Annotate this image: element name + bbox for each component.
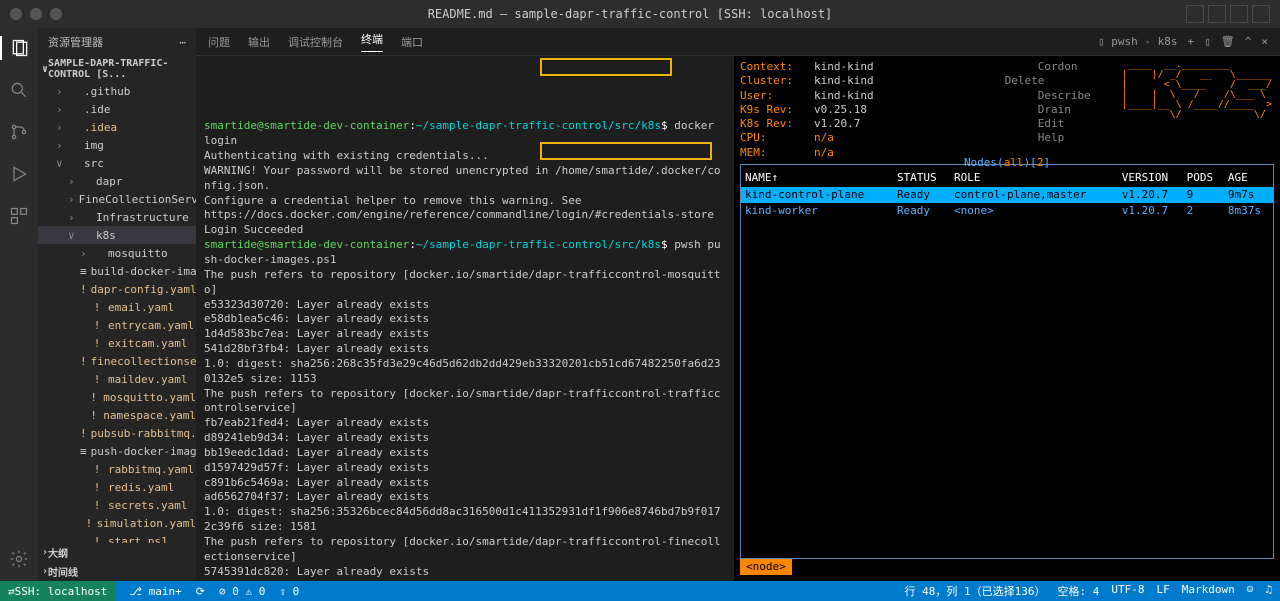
k9s-breadcrumb: <node>: [740, 559, 792, 575]
tree-item[interactable]: ! dapr-config.yaml: [38, 280, 196, 298]
split-terminal-icon[interactable]: ▯: [1204, 35, 1211, 48]
panel-tabs: 问题 输出 调试控制台 终端 端口 ▯ pwsh - k8s + ▯ 🗑 ^ ×: [196, 28, 1280, 56]
encoding[interactable]: UTF-8: [1111, 583, 1144, 599]
toggle-sidebar-icon[interactable]: [1186, 5, 1204, 23]
eol[interactable]: LF: [1157, 583, 1170, 599]
highlight-docker-login: [540, 58, 672, 76]
tree-item[interactable]: ≡ push-docker-images.ps1: [38, 442, 196, 460]
indent[interactable]: 空格: 4: [1058, 583, 1100, 599]
tab-output[interactable]: 输出: [248, 34, 270, 50]
more-icon[interactable]: ⋯: [179, 36, 186, 49]
tree-item[interactable]: › .github: [38, 82, 196, 100]
remote-indicator[interactable]: ⇄ SSH: localhost: [0, 581, 115, 601]
notifications-icon[interactable]: ♫: [1265, 583, 1272, 599]
tree-item[interactable]: ! rabbitmq.yaml: [38, 460, 196, 478]
tree-item[interactable]: ∨ src: [38, 154, 196, 172]
explorer-icon[interactable]: [0, 36, 38, 60]
activity-bar: [0, 28, 38, 581]
k9s-node-row[interactable]: kind-control-planeReadycontrol-plane,mas…: [741, 187, 1273, 203]
project-title[interactable]: ∨ SAMPLE-DAPR-TRAFFIC-CONTROL [S...: [38, 56, 196, 82]
window-controls[interactable]: [10, 8, 62, 20]
kill-terminal-icon[interactable]: 🗑: [1221, 35, 1235, 48]
settings-gear-icon[interactable]: [7, 547, 31, 571]
tree-item[interactable]: ! secrets.yaml: [38, 496, 196, 514]
tree-item[interactable]: ! pubsub-rabbitmq.yaml: [38, 424, 196, 442]
tree-item[interactable]: › img: [38, 136, 196, 154]
tree-item[interactable]: ! maildev.yaml: [38, 370, 196, 388]
debug-icon[interactable]: [7, 162, 31, 186]
tree-item[interactable]: ! email.yaml: [38, 298, 196, 316]
search-icon[interactable]: [7, 78, 31, 102]
new-terminal-icon[interactable]: +: [1188, 35, 1195, 48]
toggle-panel-icon[interactable]: [1208, 5, 1226, 23]
errors-count[interactable]: ⊘ 0 ⚠ 0: [219, 585, 265, 598]
timeline-section[interactable]: ›时间线: [38, 562, 196, 581]
k9s-logo: ____ __.________ | |/ _/ __ \______ | < …: [1121, 60, 1272, 120]
tree-item[interactable]: › dapr: [38, 172, 196, 190]
tree-item[interactable]: › .ide: [38, 100, 196, 118]
tree-item[interactable]: › .idea: [38, 118, 196, 136]
tab-debug-console[interactable]: 调试控制台: [288, 34, 343, 50]
tree-item[interactable]: ! redis.yaml: [38, 478, 196, 496]
editor-area: 问题 输出 调试控制台 终端 端口 ▯ pwsh - k8s + ▯ 🗑 ^ ×…: [196, 28, 1280, 581]
k9s-nodes-table: Nodes(all)[2] NAME↑STATUSROLEVERSIONPODS…: [740, 164, 1274, 559]
minimize-window[interactable]: [30, 8, 42, 20]
tree-item[interactable]: ! finecollectionservice.yaml: [38, 352, 196, 370]
tab-terminal[interactable]: 终端: [361, 31, 383, 52]
k9s-node-row[interactable]: kind-workerReady<none>v1.20.728m37s: [741, 203, 1273, 219]
tree-item[interactable]: ∨ k8s: [38, 226, 196, 244]
sidebar-title: 资源管理器 ⋯: [38, 28, 196, 56]
close-panel-icon[interactable]: ×: [1261, 35, 1268, 48]
layout-icon[interactable]: [1252, 5, 1270, 23]
sidebar: 资源管理器 ⋯ ∨ SAMPLE-DAPR-TRAFFIC-CONTROL [S…: [38, 28, 196, 581]
k9s-nodes-title: Nodes(all)[2]: [741, 156, 1273, 170]
extensions-icon[interactable]: [7, 204, 31, 228]
terminal-selector[interactable]: ▯ pwsh - k8s: [1098, 35, 1177, 48]
feedback-icon[interactable]: ☺: [1247, 583, 1254, 599]
terminal-left[interactable]: smartide@smartide-dev-container:~/sample…: [196, 56, 734, 581]
source-control-icon[interactable]: [7, 120, 31, 144]
ports-count[interactable]: ⇪ 0: [279, 585, 299, 598]
tree-item[interactable]: ! namespace.yaml: [38, 406, 196, 424]
status-bar: ⇄ SSH: localhost ⎇ main+ ⟳ ⊘ 0 ⚠ 0 ⇪ 0 行…: [0, 581, 1280, 601]
git-branch[interactable]: ⎇ main+: [129, 585, 181, 598]
file-tree[interactable]: › .github› .ide› .idea› img∨ src› dapr› …: [38, 82, 196, 543]
layout-controls[interactable]: [1186, 5, 1270, 23]
language-mode[interactable]: Markdown: [1182, 583, 1235, 599]
tree-item[interactable]: ! entrycam.yaml: [38, 316, 196, 334]
sync-icon[interactable]: ⟳: [196, 585, 205, 598]
tree-item[interactable]: ! mosquitto.yaml: [38, 388, 196, 406]
maximize-window[interactable]: [50, 8, 62, 20]
maximize-panel-icon[interactable]: ^: [1245, 35, 1252, 48]
tree-item[interactable]: ! exitcam.yaml: [38, 334, 196, 352]
tree-item[interactable]: ≡ build-docker-images.ps1: [38, 262, 196, 280]
cursor-position[interactable]: 行 48，列 1（已选择136）: [905, 583, 1046, 599]
titlebar: README.md — sample-dapr-traffic-control …: [0, 0, 1280, 28]
tab-problems[interactable]: 问题: [208, 34, 230, 50]
tree-item[interactable]: › Infrastructure: [38, 208, 196, 226]
outline-section[interactable]: ›大纲: [38, 543, 196, 562]
tree-item[interactable]: ! simulation.yaml: [38, 514, 196, 532]
window-title: README.md — sample-dapr-traffic-control …: [74, 7, 1186, 21]
tree-item[interactable]: ! start.ps1: [38, 532, 196, 543]
tree-item[interactable]: › FineCollectionService: [38, 190, 196, 208]
tab-ports[interactable]: 端口: [401, 34, 423, 50]
close-window[interactable]: [10, 8, 22, 20]
terminal-right-k9s[interactable]: ____ __.________ | |/ _/ __ \______ | < …: [734, 56, 1280, 581]
tree-item[interactable]: › mosquitto: [38, 244, 196, 262]
toggle-secondary-icon[interactable]: [1230, 5, 1248, 23]
